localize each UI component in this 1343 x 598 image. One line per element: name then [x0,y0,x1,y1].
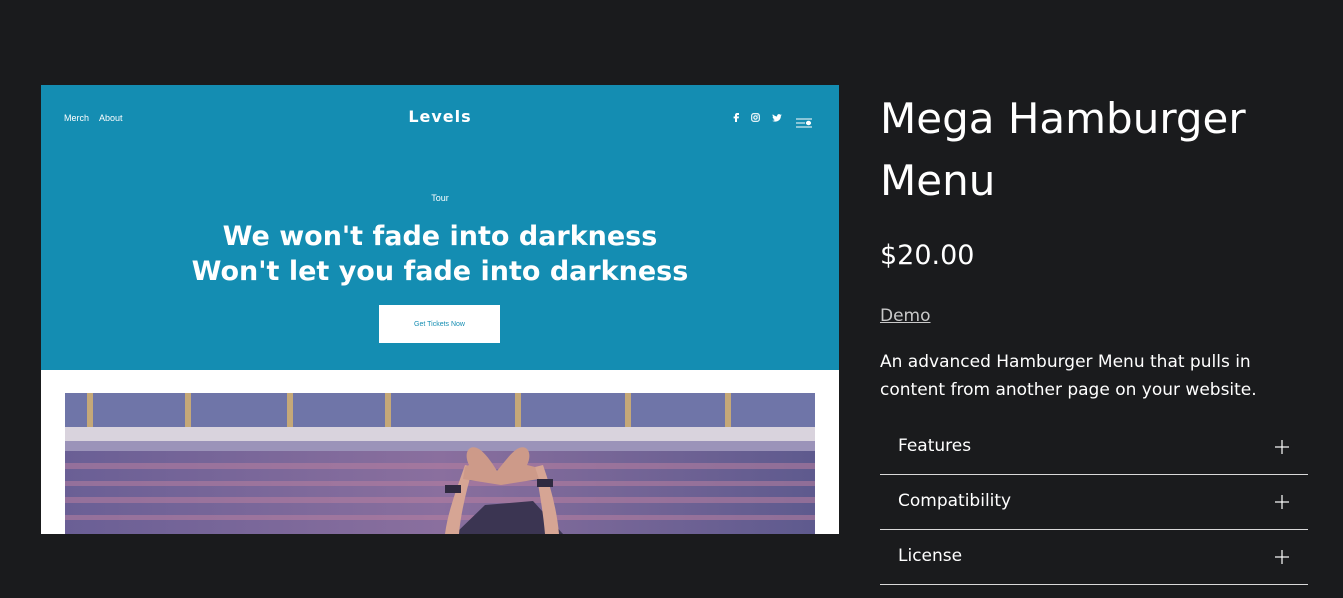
plus-icon[interactable] [1274,439,1290,455]
demo-preview: Merch About Levels Tour We won't fade in… [41,85,839,534]
instagram-icon[interactable] [751,113,760,122]
plus-icon[interactable] [1274,494,1290,510]
preview-headline-line-1: We won't fade into darkness [222,221,658,252]
accordion-label: Compatibility [898,491,1012,511]
demo-link[interactable]: Demo [880,306,931,326]
product-accordion: Features Compatibility License [880,420,1308,585]
preview-logo[interactable]: Levels [41,107,839,126]
product-price: $20.00 [880,240,975,271]
product-page: Merch About Levels Tour We won't fade in… [0,0,1343,598]
accordion-label: Features [898,436,972,456]
accordion-license[interactable]: License [880,530,1308,585]
preview-headline-line-2: Won't let you fade into darkness [191,256,689,287]
product-title: Mega Hamburger Menu [880,94,1246,205]
concert-photo [65,393,815,534]
facebook-icon[interactable] [733,113,739,122]
twitter-icon[interactable] [772,113,782,122]
hamburger-menu-icon[interactable] [796,113,812,128]
preview-headline: We won't fade into darkness Won't let yo… [41,219,839,289]
accordion-features[interactable]: Features [880,420,1308,475]
preview-eyebrow: Tour [431,193,449,203]
accordion-label: License [898,546,963,566]
product-description: An advanced Hamburger Menu that pulls in… [880,352,1257,400]
get-tickets-button[interactable]: Get Tickets Now [379,305,500,343]
plus-icon[interactable] [1274,549,1290,565]
accordion-compatibility[interactable]: Compatibility [880,475,1308,530]
preview-social-links [733,113,782,122]
